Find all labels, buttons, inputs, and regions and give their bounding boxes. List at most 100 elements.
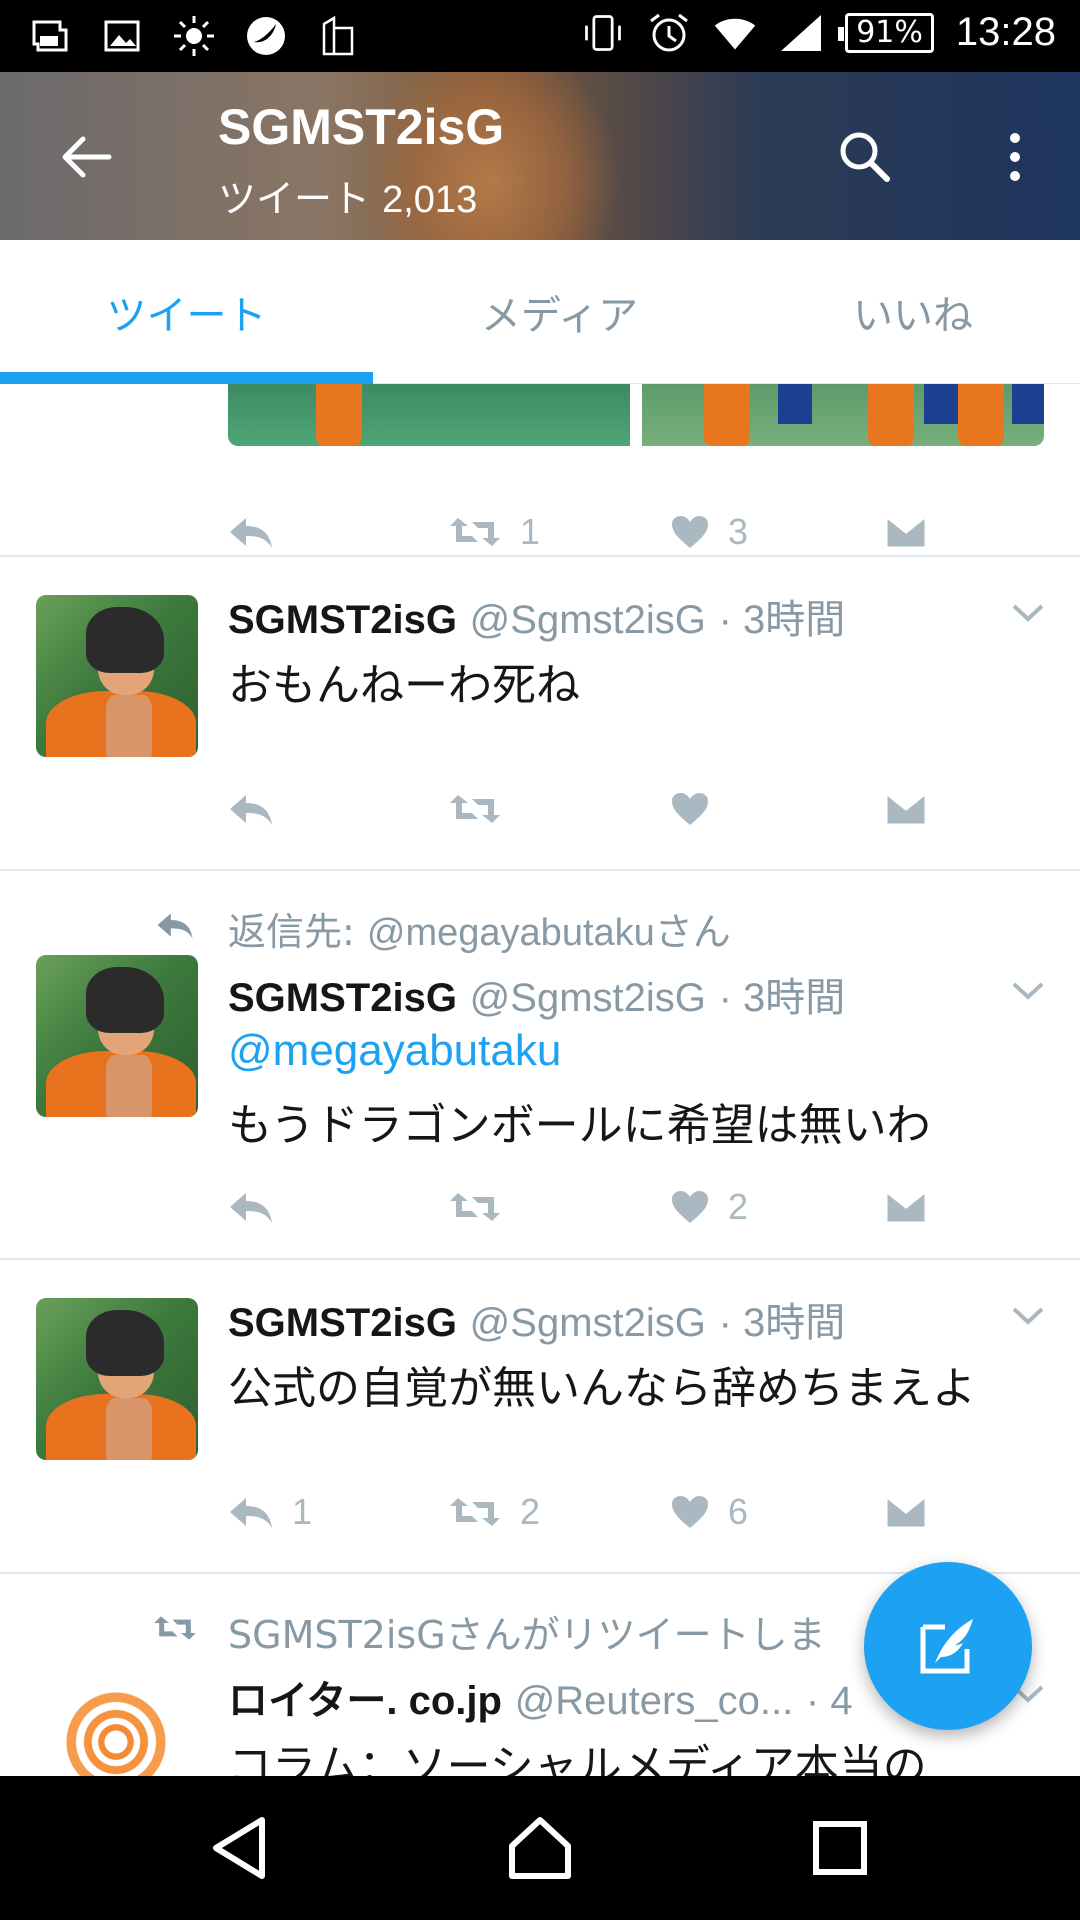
tweet-mention[interactable]: @megayabutaku — [228, 1025, 561, 1076]
tweets-count: 2,013 — [382, 179, 478, 221]
dm-share-button[interactable] — [884, 502, 928, 562]
retweet-icon — [450, 1193, 500, 1221]
reply-button[interactable] — [228, 502, 274, 562]
retweet-button[interactable]: 1 — [448, 502, 540, 562]
reply-icon — [230, 795, 272, 825]
triangle-back-icon — [213, 1817, 265, 1879]
more-options-button[interactable] — [985, 122, 1045, 192]
dm-share-button[interactable] — [884, 1177, 928, 1237]
notification-photo-icon — [28, 14, 72, 58]
mail-icon — [884, 791, 928, 827]
retweet-button[interactable] — [448, 1177, 502, 1237]
retweet-count: 2 — [520, 1491, 541, 1532]
tab-media[interactable]: メディア — [373, 240, 746, 384]
mail-icon — [884, 514, 928, 550]
app-icon — [244, 14, 288, 58]
tweet-menu-button[interactable] — [1006, 591, 1050, 635]
tweet-header: SGMST2isG @Sgmst2isG · 3時間 — [228, 1290, 845, 1348]
status-bar: 91% 13:28 — [0, 0, 1080, 72]
like-button[interactable]: 6 — [670, 1482, 748, 1542]
reply-icon — [230, 1498, 272, 1528]
tab-likes[interactable]: いいね — [746, 240, 1080, 384]
search-icon — [840, 132, 890, 182]
chevron-down-icon — [1012, 982, 1044, 1000]
wifi-icon — [713, 11, 757, 55]
reply-button[interactable] — [228, 1177, 274, 1237]
tweet-time: · 3時間 — [718, 976, 846, 1020]
search-button[interactable] — [830, 122, 900, 192]
avatar[interactable] — [36, 595, 198, 757]
more-vertical-icon — [1010, 133, 1020, 181]
profile-header: SGMST2isG ツイート 2,013 — [0, 72, 1080, 240]
media-thumbnail[interactable] — [228, 384, 630, 446]
reply-count: 1 — [292, 1491, 313, 1532]
tweet-item[interactable]: 返信先: @megayabutakuさん SGMST2isG @Sgmst2is… — [0, 871, 1080, 1243]
like-button[interactable] — [670, 779, 710, 839]
author-handle: @Reuters_co... — [514, 1679, 794, 1723]
tweet-item[interactable]: SGMST2isG @Sgmst2isG · 3時間 おもんねーわ死ね — [0, 557, 1080, 869]
tweet-item[interactable]: SGMST2isG @Sgmst2isG · 3時間 公式の自覚が無いんなら辞め… — [0, 1260, 1080, 1572]
retweet-count: 1 — [520, 511, 541, 552]
clock: 13:28 — [955, 10, 1056, 54]
system-navigation-bar — [0, 1776, 1080, 1920]
tweet-media[interactable] — [228, 384, 1044, 446]
retweet-icon — [450, 518, 500, 546]
tweet-header: ロイター. co.jp @Reuters_co... · 4 — [228, 1668, 853, 1726]
like-count: 3 — [728, 511, 749, 552]
like-button[interactable]: 2 — [670, 1177, 748, 1237]
reply-context-mention[interactable]: @megayabutaku — [367, 912, 655, 954]
tweet-text: コラム：ソーシャルメディア本当の — [228, 1741, 927, 1776]
reply-button[interactable] — [228, 779, 274, 839]
author-name: SGMST2isG — [228, 598, 457, 642]
retweet-button[interactable]: 2 — [448, 1482, 540, 1542]
dm-share-button[interactable] — [884, 779, 928, 839]
like-button[interactable]: 3 — [670, 502, 748, 562]
retweet-context-icon — [150, 1606, 200, 1650]
retweet-context: SGMST2isGさんがリツイートしま — [228, 1613, 826, 1657]
chevron-down-icon — [1012, 604, 1044, 622]
tweet-header: SGMST2isG @Sgmst2isG · 3時間 — [228, 965, 845, 1023]
reply-icon — [230, 1193, 272, 1223]
media-thumbnail[interactable] — [642, 384, 1044, 446]
avatar[interactable] — [60, 1686, 172, 1776]
nav-back-button[interactable] — [190, 1798, 290, 1898]
nav-home-button[interactable] — [490, 1798, 590, 1898]
tweet-text: もうドラゴンボールに希望は無いわ — [228, 1100, 931, 1151]
reply-button[interactable]: 1 — [228, 1482, 312, 1542]
square-recents-icon — [813, 1821, 867, 1875]
avatar[interactable] — [36, 955, 198, 1117]
heart-icon — [672, 516, 708, 548]
author-name: ロイター. co.jp — [228, 1679, 502, 1723]
tweet-text: おもんねーわ死ね — [228, 660, 580, 711]
author-name: SGMST2isG — [228, 1301, 457, 1345]
tweet-menu-button[interactable] — [1006, 1294, 1050, 1338]
battery-indicator: 91% — [838, 12, 934, 53]
heart-icon — [672, 1191, 708, 1223]
author-name: SGMST2isG — [228, 976, 457, 1020]
author-handle: @Sgmst2isG — [469, 1301, 706, 1345]
nav-recents-button[interactable] — [790, 1798, 890, 1898]
dm-share-button[interactable] — [884, 1482, 928, 1542]
alarm-icon — [647, 11, 691, 55]
back-button[interactable] — [50, 122, 120, 192]
retweet-icon — [450, 795, 500, 823]
heart-icon — [672, 793, 708, 825]
avatar[interactable] — [36, 1298, 198, 1460]
tweet-time: · 3時間 — [718, 1301, 846, 1345]
author-handle: @Sgmst2isG — [469, 598, 706, 642]
mail-icon — [884, 1189, 928, 1225]
header-tweet-count: ツイート 2,013 — [218, 168, 477, 223]
brightness-icon — [172, 14, 216, 58]
retweet-button[interactable] — [448, 779, 502, 839]
tweet-menu-button[interactable] — [1006, 969, 1050, 1013]
tab-tweets[interactable]: ツイート — [0, 240, 373, 384]
heart-icon — [672, 1496, 708, 1528]
sim-icon — [316, 14, 360, 58]
signal-icon — [779, 11, 823, 55]
active-tab-indicator — [0, 372, 373, 384]
reply-icon — [230, 518, 272, 548]
like-count: 2 — [728, 1186, 749, 1227]
gallery-icon — [100, 14, 144, 58]
compose-tweet-button[interactable] — [864, 1562, 1032, 1730]
tweets-label: ツイート — [218, 179, 371, 221]
